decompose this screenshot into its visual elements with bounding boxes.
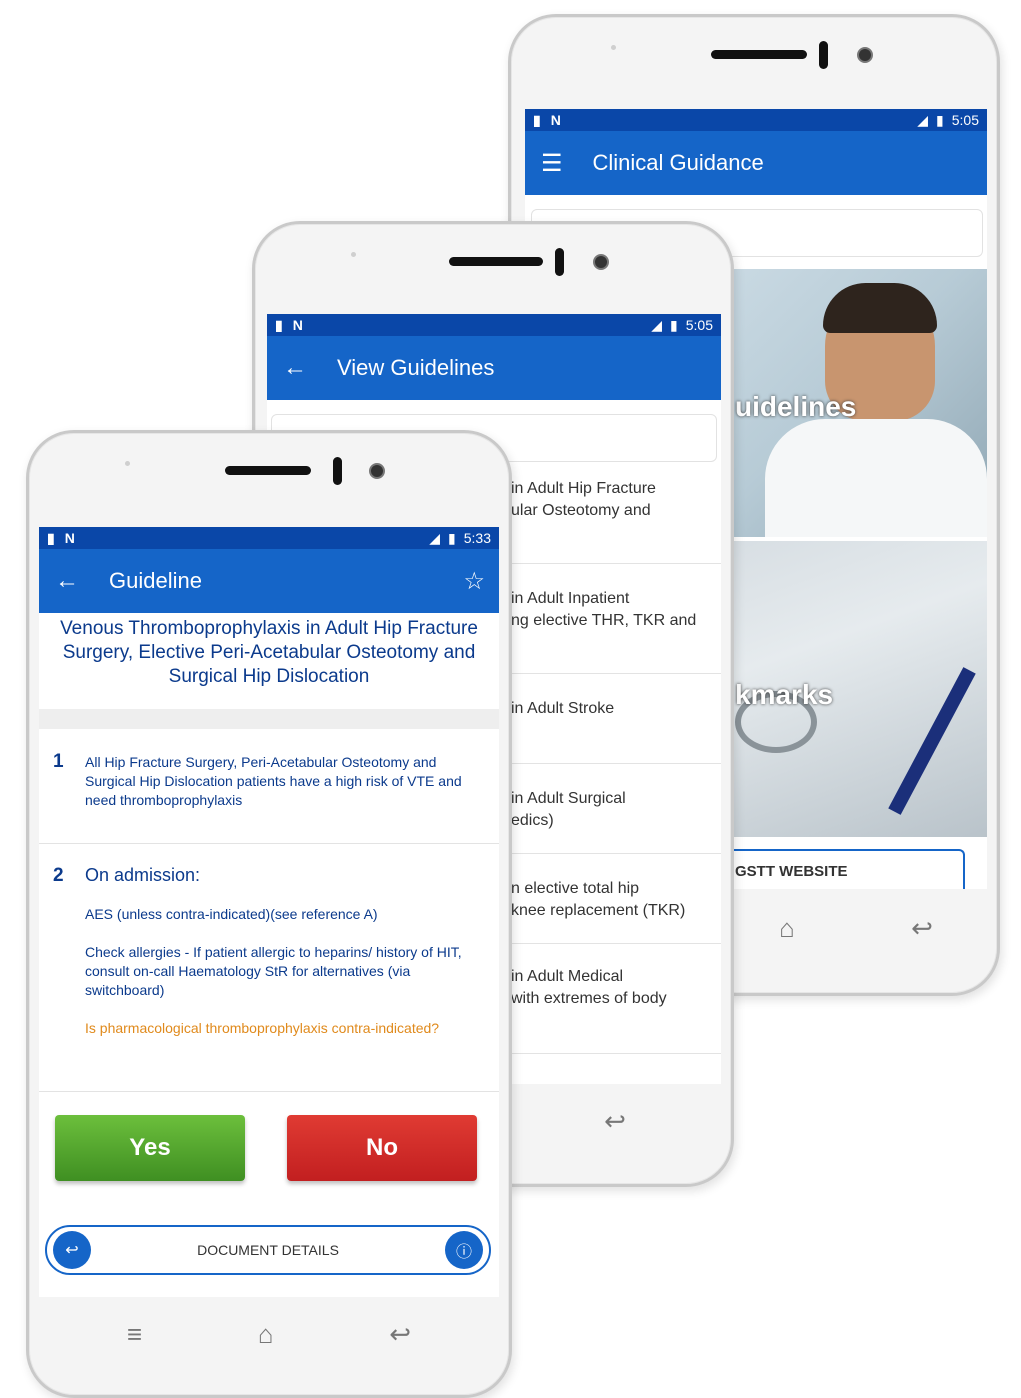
app-bar: ← View Guidelines bbox=[267, 336, 721, 400]
document-details-label: DOCUMENT DETAILS bbox=[197, 1242, 339, 1258]
step-number: 1 bbox=[53, 751, 64, 772]
step-line: Check allergies - If patient allergic to… bbox=[85, 944, 462, 998]
step-2: 2 On admission: AES (unless contra-indic… bbox=[39, 843, 499, 1092]
info-icon[interactable]: ⓘ bbox=[445, 1231, 483, 1269]
doctor-hair bbox=[823, 283, 937, 333]
nav-bar: ≡ ⌂ ↩ bbox=[69, 1309, 469, 1359]
phone-sensor bbox=[555, 248, 564, 276]
list-item-line2: ng elective THR, TKR and bbox=[511, 612, 697, 629]
phone-speaker-dot bbox=[125, 461, 130, 466]
sim-icon: ▮ bbox=[533, 111, 541, 128]
nav-bar: ⌂ ↩ bbox=[721, 903, 991, 953]
phone-earpiece bbox=[449, 257, 543, 266]
list-item-line2: with extremes of body bbox=[511, 990, 667, 1007]
gstt-website-button[interactable]: GSTT WEBSITE bbox=[725, 849, 965, 889]
signal-icon: ◢ bbox=[651, 316, 663, 333]
step-1: 1 All Hip Fracture Surgery, Peri-Acetabu… bbox=[39, 729, 499, 844]
back-icon[interactable]: ↩ bbox=[604, 1106, 626, 1137]
app-title: Guideline bbox=[109, 568, 202, 593]
step-line: AES (unless contra-indicated)(see refere… bbox=[85, 906, 378, 922]
doctor-coat bbox=[765, 419, 987, 537]
list-item-line2: knee replacement (TKR) bbox=[511, 902, 686, 919]
bookmarks-tile-label: kmarks bbox=[735, 679, 834, 710]
menu-icon[interactable]: ≡ bbox=[127, 1319, 142, 1350]
list-item-line2: edics) bbox=[511, 812, 554, 829]
guideline-heading: Venous Thromboprophylaxis in Adult Hip F… bbox=[60, 618, 478, 687]
app-title: View Guidelines bbox=[337, 355, 495, 380]
app-bar: ← Guideline ☆ bbox=[39, 549, 499, 613]
phone-earpiece bbox=[225, 466, 311, 475]
list-item-line1: n elective total hip bbox=[511, 880, 640, 897]
guidelines-tile-label: uidelines bbox=[735, 391, 857, 422]
section-divider bbox=[39, 709, 499, 729]
back-arrow-icon[interactable]: ← bbox=[55, 567, 79, 595]
phone-speaker-dot bbox=[611, 45, 616, 50]
pen-illustration bbox=[888, 667, 976, 815]
phone-guideline: ▮ N ◢ ▮ 5:33 ← Guideline ☆ Venous Thrombopr… bbox=[26, 430, 512, 1398]
phone-sensor bbox=[819, 41, 828, 69]
step-question: Is pharmacological thromboprophylaxis co… bbox=[85, 1020, 440, 1036]
phone-camera bbox=[369, 463, 385, 479]
sim-icon: ▮ bbox=[275, 316, 283, 333]
battery-icon: ▮ bbox=[670, 316, 678, 333]
list-item-line1: in Adult Hip Fracture bbox=[511, 480, 656, 497]
step-number: 2 bbox=[53, 865, 64, 886]
status-time: 5:05 bbox=[685, 317, 713, 333]
status-bar: ▮ N ◢ ▮ 5:33 bbox=[39, 527, 499, 549]
status-bar: ▮ N ◢ ▮ 5:05 bbox=[525, 109, 987, 131]
list-item-line2: ular Osteotomy and bbox=[511, 502, 651, 519]
no-button[interactable]: No bbox=[287, 1115, 477, 1181]
status-bar: ▮ N ◢ ▮ 5:05 bbox=[267, 314, 721, 336]
nfc-icon: N bbox=[550, 112, 561, 128]
phone-earpiece bbox=[711, 50, 807, 59]
app-title: Clinical Guidance bbox=[592, 150, 764, 175]
nfc-icon: N bbox=[64, 530, 75, 546]
app-bar: ☰ Clinical Guidance bbox=[525, 131, 987, 195]
back-icon[interactable]: ↩ bbox=[389, 1319, 411, 1350]
home-icon[interactable]: ⌂ bbox=[258, 1319, 274, 1350]
star-icon[interactable]: ☆ bbox=[463, 567, 485, 596]
nfc-icon: N bbox=[292, 317, 303, 333]
sim-icon: ▮ bbox=[47, 529, 55, 546]
signal-icon: ◢ bbox=[429, 529, 441, 546]
step-title: On admission: bbox=[85, 865, 201, 885]
phone-speaker-dot bbox=[351, 252, 356, 257]
document-details-bar[interactable]: ↩ DOCUMENT DETAILS ⓘ bbox=[45, 1225, 491, 1275]
phone-sensor bbox=[333, 457, 342, 485]
step-text: All Hip Fracture Surgery, Peri-Acetabula… bbox=[85, 754, 462, 808]
phone-camera bbox=[593, 254, 609, 270]
list-item-line1: in Adult Surgical bbox=[511, 790, 626, 807]
phone1-screen: ▮ N ◢ ▮ 5:33 ← Guideline ☆ Venous Thrombopr… bbox=[39, 527, 499, 1297]
yes-button[interactable]: Yes bbox=[55, 1115, 245, 1181]
status-time: 5:05 bbox=[951, 112, 979, 128]
status-time: 5:33 bbox=[463, 530, 491, 546]
signal-icon: ◢ bbox=[917, 111, 929, 128]
home-icon[interactable]: ⌂ bbox=[779, 913, 795, 944]
gstt-website-label: GSTT WEBSITE bbox=[735, 863, 848, 880]
battery-icon: ▮ bbox=[448, 529, 456, 546]
list-item-line1: in Adult Stroke bbox=[511, 700, 615, 717]
back-arrow-icon[interactable]: ← bbox=[283, 354, 307, 382]
back-icon[interactable]: ↩ bbox=[911, 913, 933, 944]
list-item-line1: in Adult Inpatient bbox=[511, 590, 630, 607]
phone-camera bbox=[857, 47, 873, 63]
list-item-line1: in Adult Medical bbox=[511, 968, 624, 985]
nav-bar: ↩ bbox=[515, 1096, 715, 1146]
menu-icon[interactable]: ☰ bbox=[541, 149, 563, 178]
battery-icon: ▮ bbox=[936, 111, 944, 128]
